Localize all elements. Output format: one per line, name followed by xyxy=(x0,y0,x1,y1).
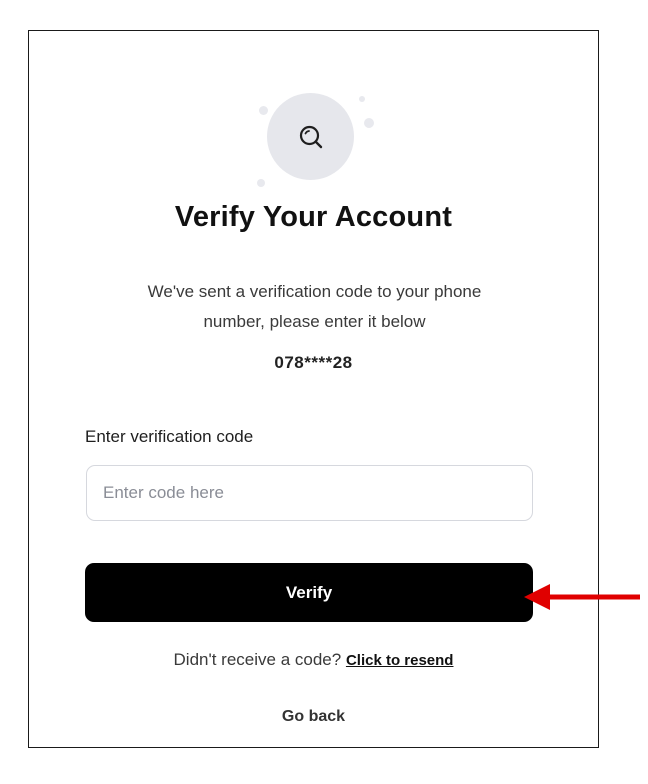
subtitle-line-2: number, please enter it below xyxy=(203,312,426,331)
resend-prompt: Didn't receive a code? xyxy=(173,650,342,669)
decorative-dot xyxy=(364,118,374,128)
verify-account-card: Verify Your Account We've sent a verific… xyxy=(28,30,599,748)
page-title: Verify Your Account xyxy=(174,201,453,233)
masked-phone-number: 078****28 xyxy=(274,353,353,372)
decorative-dot xyxy=(359,96,365,102)
decorative-dot xyxy=(257,179,265,187)
search-icon-badge xyxy=(267,93,354,180)
code-field-label: Enter verification code xyxy=(85,427,254,446)
subtitle-line-1: We've sent a verification code to your p… xyxy=(147,282,482,301)
search-icon xyxy=(299,125,322,148)
decorative-dot xyxy=(259,106,268,115)
annotation-arrow-icon xyxy=(524,584,640,610)
resend-row: Didn't receive a code? Click to resend xyxy=(29,650,598,670)
verification-code-input[interactable] xyxy=(86,465,533,521)
resend-link[interactable]: Click to resend xyxy=(346,652,454,669)
go-back-link[interactable]: Go back xyxy=(29,708,598,726)
verify-button[interactable]: Verify xyxy=(85,563,533,622)
